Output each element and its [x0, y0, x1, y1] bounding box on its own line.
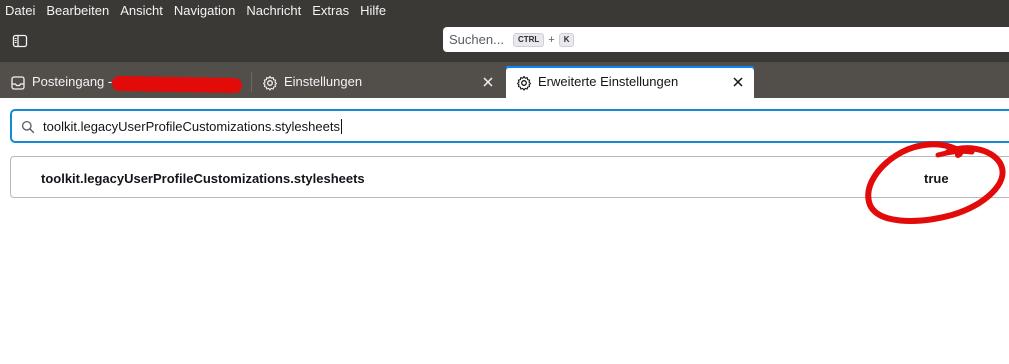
- gear-icon: [262, 75, 278, 91]
- pref-search-value: toolkit.legacyUserProfileCustomizations.…: [43, 119, 340, 134]
- tab-advanced-settings[interactable]: Erweiterte Einstellungen: [506, 66, 754, 98]
- close-icon[interactable]: [480, 74, 496, 90]
- tab-advanced-settings-label: Erweiterte Einstellungen: [538, 74, 679, 89]
- toolbar: Suchen... CTRL + K: [0, 22, 1009, 62]
- menu-hilfe[interactable]: Hilfe: [354, 0, 391, 22]
- menu-extras[interactable]: Extras: [306, 0, 354, 22]
- shortcut-key-ctrl: CTRL: [512, 32, 545, 47]
- tab-settings-label: Einstellungen: [284, 74, 363, 89]
- search-icon: [21, 120, 35, 134]
- menu-bearbeiten[interactable]: Bearbeiten: [40, 0, 114, 22]
- text-caret: [340, 119, 342, 134]
- menu-nachricht[interactable]: Nachricht: [240, 0, 306, 22]
- gear-icon: [516, 75, 532, 91]
- tab-settings[interactable]: Einstellungen: [252, 66, 504, 98]
- shortcut-key-k: K: [558, 32, 575, 47]
- menu-datei[interactable]: Datei: [0, 0, 40, 22]
- pref-name: toolkit.legacyUserProfileCustomizations.…: [41, 171, 365, 186]
- menu-bar: Datei Bearbeiten Ansicht Navigation Nach…: [0, 0, 1009, 22]
- menu-navigation[interactable]: Navigation: [168, 0, 240, 22]
- tab-inbox[interactable]: Posteingang -: [0, 66, 250, 98]
- tab-strip: Posteingang - Einstellungen Erweiterte E…: [0, 62, 1009, 98]
- search-placeholder: Suchen...: [449, 32, 504, 47]
- menu-ansicht[interactable]: Ansicht: [114, 0, 168, 22]
- tab-inbox-label: Posteingang -: [32, 74, 113, 89]
- sidebar-toggle-icon[interactable]: [10, 31, 30, 51]
- shortcut-plus: +: [548, 33, 555, 46]
- annotation-circle: [865, 141, 1006, 224]
- close-icon[interactable]: [730, 74, 746, 90]
- redaction-mark: [111, 75, 243, 94]
- global-search-input[interactable]: Suchen... CTRL + K: [443, 27, 1009, 52]
- inbox-icon: [10, 75, 26, 91]
